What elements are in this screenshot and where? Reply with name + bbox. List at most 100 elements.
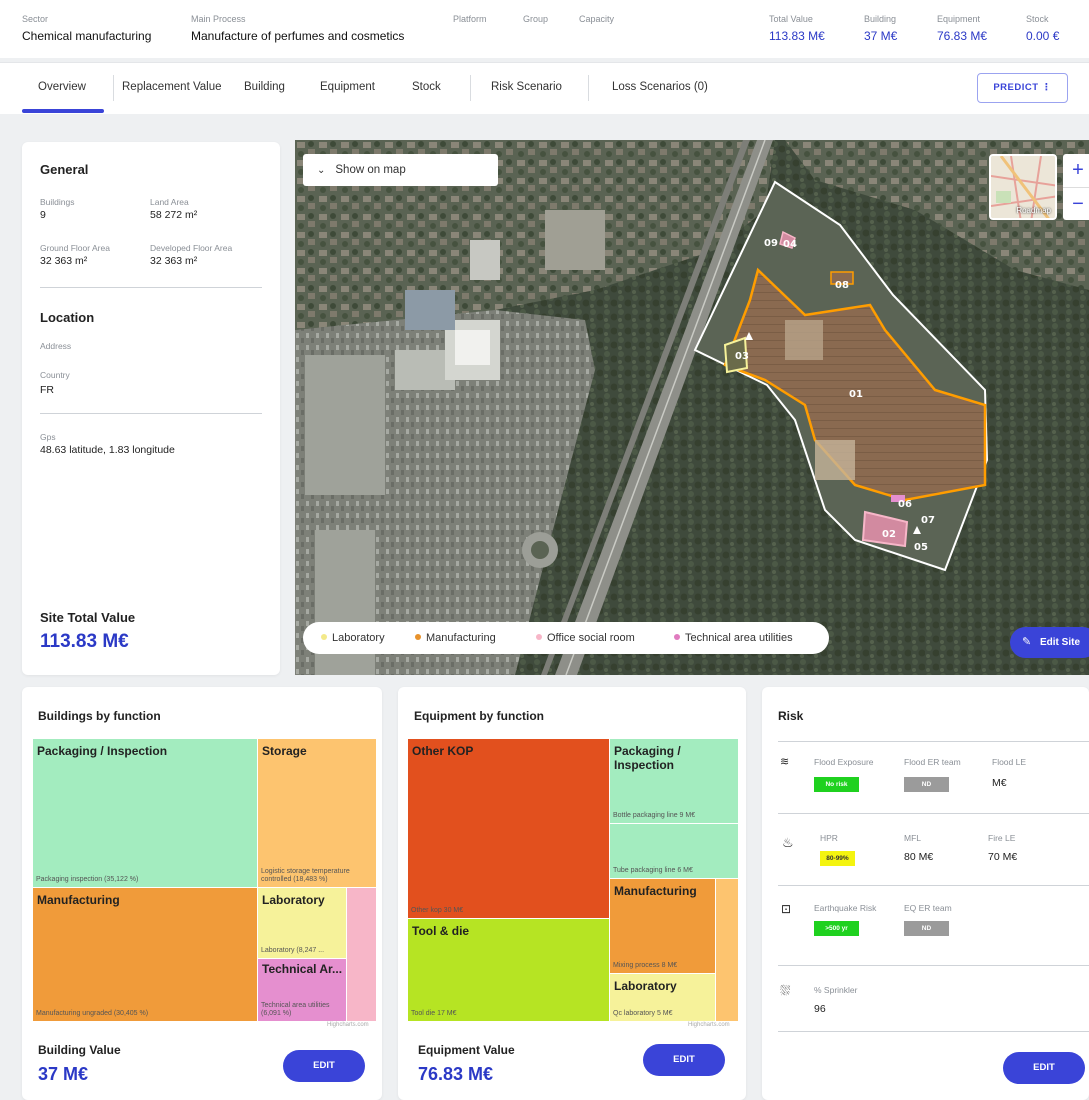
treemap-cell-title: Manufacturing — [614, 884, 697, 898]
hpr-badge: 80-99% — [820, 851, 855, 866]
equipment-value-label: Equipment Value — [418, 1043, 515, 1057]
satellite-imagery: 01 02 03 04 05 06 07 08 09 — [295, 140, 1089, 675]
treemap-cell-title: Storage — [262, 744, 307, 758]
site-map[interactable]: 01 02 03 04 05 06 07 08 09 ⌄ Show on map … — [295, 140, 1089, 675]
legend-dot — [536, 634, 542, 641]
treemap-cell-detail: Other kop 30 M€ — [411, 907, 464, 914]
zoom-control: + − — [1063, 154, 1089, 220]
land-area-label: Land Area — [150, 197, 189, 207]
building-label-02: 02 — [882, 529, 896, 540]
platform-field: Platform — [453, 14, 487, 25]
eq-er-team-label: EQ ER team — [904, 903, 952, 913]
tab-risk-scenario[interactable]: Risk Scenario — [491, 81, 562, 93]
edit-risk-button[interactable]: EDIT — [1003, 1052, 1085, 1084]
total-value-value: 113.83 M€ — [769, 29, 825, 43]
legend-dot — [321, 634, 327, 641]
sector-value: Chemical manufacturing — [22, 29, 152, 43]
treemap-cell-storage[interactable] — [716, 879, 738, 1021]
capacity-field: Capacity — [579, 14, 614, 25]
earthquake-risk-badge: >500 yr — [814, 921, 859, 936]
mfl-value: 80 M€ — [904, 851, 934, 863]
building-field: Building 37 M€ — [864, 14, 897, 44]
treemap-cell-packaging[interactable]: Packaging / Inspection Packaging inspect… — [33, 739, 257, 887]
buildings-value: 9 — [40, 209, 46, 221]
show-on-map-dropdown[interactable]: ⌄ Show on map — [303, 154, 498, 186]
flood-exposure-label: Flood Exposure — [814, 757, 874, 767]
equipment-field: Equipment 76.83 M€ — [937, 14, 987, 44]
chart-credit[interactable]: Highcharts.com — [327, 1022, 369, 1028]
legend-item[interactable]: Technical area utilities — [674, 632, 793, 644]
building-value: 37 M€ — [864, 29, 898, 43]
hpr-label: HPR — [820, 833, 838, 843]
country-value: FR — [40, 384, 54, 396]
tab-building[interactable]: Building — [244, 81, 285, 93]
equipment-value-amount: 76.83 M€ — [418, 1064, 494, 1084]
treemap-cell-detail: Technical area utilities (6,091 %) — [261, 1002, 330, 1017]
group-label: Group — [523, 14, 549, 24]
map-legend: Laboratory Manufacturing Office social r… — [303, 622, 829, 654]
treemap-cell-detail: Manufacturing ungraded (30,405 %) — [36, 1010, 149, 1017]
chart-credit[interactable]: Highcharts.com — [688, 1022, 730, 1028]
risk-divider — [778, 813, 1089, 814]
tab-replacement-value[interactable]: Replacement Value — [122, 81, 222, 93]
mfl-label: MFL — [904, 833, 921, 843]
risk-divider — [778, 1031, 1089, 1032]
treemap-cell-tool-die[interactable]: Tool & die Tool die 17 M€ — [408, 919, 609, 1021]
zoom-in-button[interactable]: + — [1063, 154, 1089, 187]
building-label-07: 07 — [921, 515, 935, 526]
zoom-out-button[interactable]: − — [1063, 187, 1089, 220]
tab-overview[interactable]: Overview — [38, 81, 86, 93]
tab-separator — [588, 75, 589, 101]
legend-dot — [415, 634, 421, 641]
treemap-cell-office[interactable] — [347, 888, 376, 1021]
treemap-cell-title: Technical Ar... — [262, 962, 343, 976]
group-field: Group — [523, 14, 548, 25]
legend-item[interactable]: Laboratory — [321, 632, 385, 644]
legend-item[interactable]: Manufacturing — [415, 632, 496, 644]
building-label-06: 06 — [898, 499, 912, 510]
building-label-03: 03 — [735, 351, 749, 362]
treemap-cell-detail: Packaging inspection (35,122 %) — [36, 876, 139, 883]
tab-stock[interactable]: Stock — [412, 81, 441, 93]
fire-icon: ♨ — [782, 835, 794, 850]
treemap-cell-packaging-bottle[interactable]: Packaging / Inspection Bottle packaging … — [610, 739, 738, 823]
treemap-cell-technical-area[interactable]: Technical Ar... Technical area utilities… — [258, 959, 346, 1021]
edit-equipment-value-button[interactable]: EDIT — [643, 1044, 725, 1076]
predict-label: PREDICT — [993, 82, 1039, 93]
treemap-cell-manufacturing[interactable]: Manufacturing Manufacturing ungraded (30… — [33, 888, 257, 1021]
edit-building-value-button[interactable]: EDIT — [283, 1050, 365, 1082]
treemap-cell-other-kop[interactable]: Other KOP Other kop 30 M€ — [408, 739, 609, 918]
building-label-08: 08 — [835, 280, 849, 291]
developed-floor-label: Developed Floor Area — [150, 243, 233, 253]
tab-loss-scenarios[interactable]: Loss Scenarios (0) — [612, 81, 708, 93]
roadmap-toggle[interactable]: Roadmap — [989, 154, 1057, 220]
equipment-value: 76.83 M€ — [937, 29, 988, 43]
more-vert-icon: ⋮ — [1041, 82, 1052, 93]
building-value-amount: 37 M€ — [38, 1064, 89, 1084]
treemap-cell-laboratory[interactable]: Laboratory Laboratory (8,247 ... — [258, 888, 346, 958]
risk-divider — [778, 885, 1089, 886]
ground-floor-value: 32 363 m² — [40, 255, 88, 267]
platform-label: Platform — [453, 14, 487, 24]
risk-divider — [778, 965, 1089, 966]
legend-item[interactable]: Office social room — [536, 632, 635, 644]
predict-button[interactable]: PREDICT ⋮ — [977, 73, 1068, 103]
treemap-cell-laboratory[interactable]: Laboratory Qc laboratory 5 M€ — [610, 974, 715, 1021]
treemap-cell-detail: Mixing process 8 M€ — [613, 962, 678, 969]
stock-field: Stock 0.00 € — [1026, 14, 1059, 44]
treemap-cell-packaging-tube[interactable]: Tube packaging line 6 M€ — [610, 824, 738, 878]
treemap-cell-title: Laboratory — [614, 979, 677, 993]
tab-separator — [113, 75, 114, 101]
location-title: Location — [40, 310, 95, 325]
treemap-cell-storage[interactable]: Storage Logistic storage temperature con… — [258, 739, 376, 887]
treemap-cell-manufacturing[interactable]: Manufacturing Mixing process 8 M€ — [610, 879, 715, 973]
flood-er-team-label: Flood ER team — [904, 757, 961, 767]
site-header: Sector Chemical manufacturing Main Proce… — [0, 0, 1089, 58]
stock-label: Stock — [1026, 14, 1049, 24]
active-tab-indicator — [22, 109, 104, 113]
general-title: General — [40, 162, 89, 177]
edit-site-button[interactable]: ✎ Edit Site — [1010, 627, 1089, 658]
tab-equipment[interactable]: Equipment — [320, 81, 375, 93]
treemap-cell-detail: Laboratory (8,247 ... — [261, 947, 325, 954]
tab-separator — [470, 75, 471, 101]
